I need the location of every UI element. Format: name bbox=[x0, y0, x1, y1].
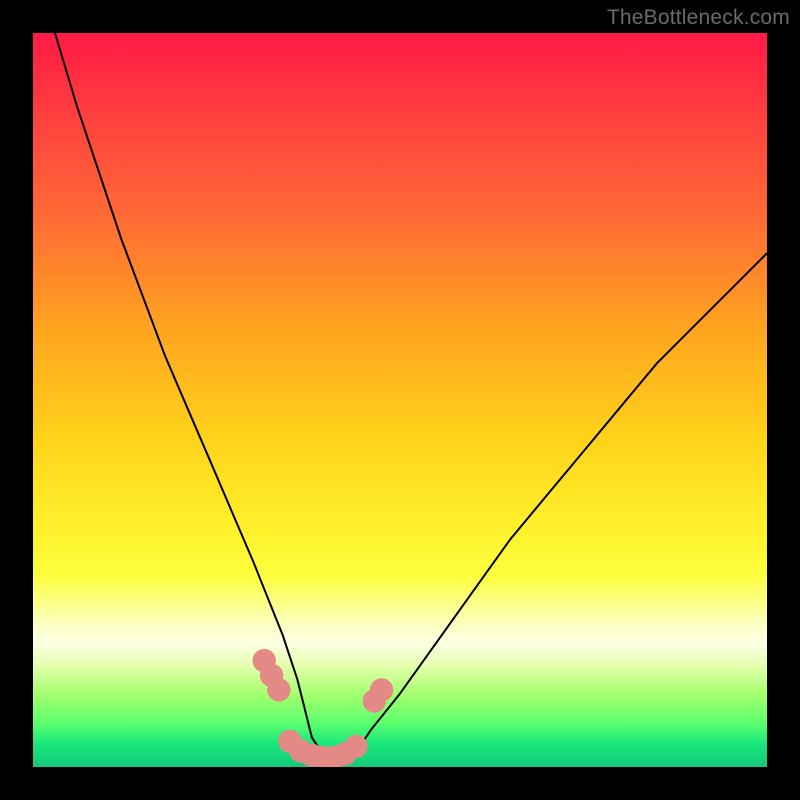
plot-area bbox=[33, 33, 767, 767]
watermark-text: TheBottleneck.com bbox=[607, 6, 790, 30]
curve-marker bbox=[344, 735, 367, 758]
curve-marker bbox=[267, 678, 290, 701]
curve-marker bbox=[370, 678, 393, 701]
bottleneck-curve bbox=[55, 33, 767, 760]
curve-markers bbox=[253, 649, 394, 767]
curve-overlay bbox=[33, 33, 767, 767]
chart-frame: TheBottleneck.com bbox=[0, 0, 800, 800]
